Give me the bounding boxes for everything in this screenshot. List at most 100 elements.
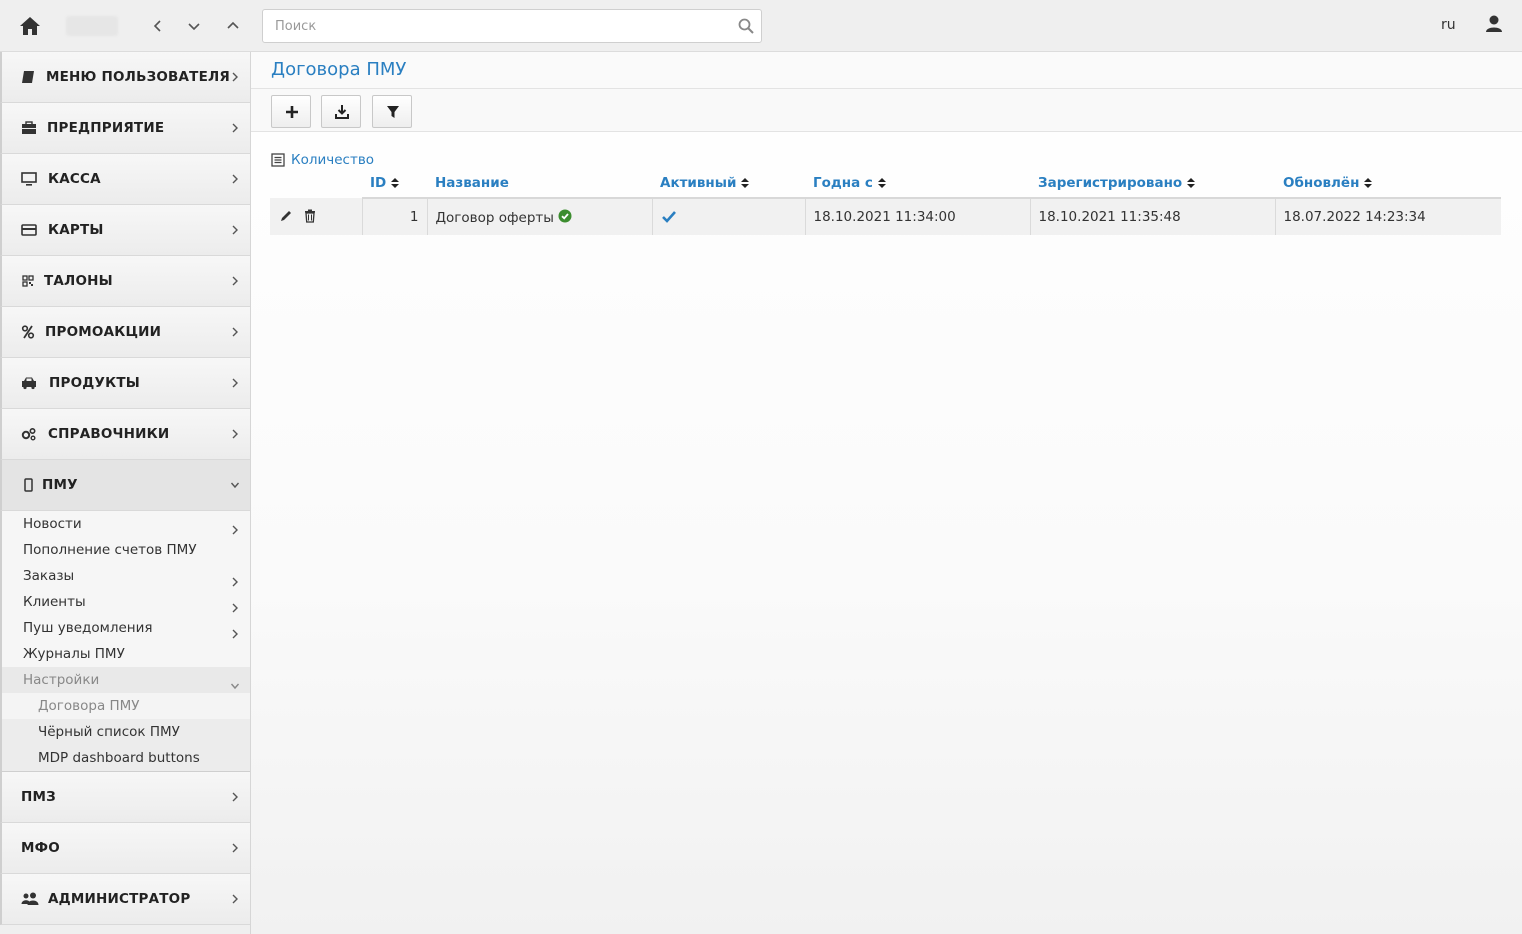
chevron-right-icon	[230, 71, 240, 83]
credit-card-icon	[21, 223, 37, 237]
sort-icon	[391, 176, 400, 188]
sidebar: МЕНЮ ПОЛЬЗОВАТЕЛЯ ПРЕДПРИЯТИЕ КАССА КАРТ…	[0, 52, 251, 934]
edit-icon[interactable]	[278, 208, 294, 224]
search-input[interactable]	[263, 10, 723, 42]
sidebar-item-cash[interactable]: КАССА	[0, 154, 250, 205]
download-button[interactable]	[321, 95, 361, 128]
count-link[interactable]: Количество	[271, 152, 374, 168]
chevron-right-icon	[230, 597, 240, 613]
sidebar-subitem-clients[interactable]: Клиенты	[0, 589, 250, 615]
chevron-down-icon	[230, 675, 240, 690]
chevron-right-icon	[230, 326, 240, 338]
sidebar-item-mfo[interactable]: МФО	[0, 823, 250, 874]
chevron-right-icon	[230, 224, 240, 236]
sidebar-item-promotions[interactable]: ПРОМОАКЦИИ	[0, 307, 250, 358]
sidebar-item-products[interactable]: ПРОДУКТЫ	[0, 358, 250, 409]
search-icon[interactable]	[737, 17, 755, 35]
sort-icon	[877, 176, 886, 188]
sidebar-subsubitem-contracts[interactable]: Договора ПМУ	[0, 693, 250, 719]
chevron-right-icon	[230, 791, 240, 803]
column-header-valid-from[interactable]: Годна с	[805, 168, 1030, 199]
column-header-label: Обновлён	[1283, 174, 1360, 191]
briefcase-icon	[21, 121, 37, 135]
toolbar	[251, 89, 1522, 132]
sort-icon	[1364, 176, 1373, 188]
sidebar-subitem-topup[interactable]: Пополнение счетов ПМУ	[0, 537, 250, 563]
page-title: Договора ПМУ	[271, 59, 407, 80]
sidebar-item-label: КАРТЫ	[48, 222, 104, 238]
sidebar-subitem-label: Пуш уведомления	[23, 620, 153, 636]
column-header-updated[interactable]: Обновлён	[1275, 168, 1501, 199]
sidebar-subitem-settings[interactable]: Настройки	[0, 667, 250, 693]
mobile-icon	[21, 478, 37, 492]
chevron-right-icon	[230, 173, 240, 185]
page-header: Договора ПМУ	[251, 52, 1522, 89]
sidebar-item-label: СПРАВОЧНИКИ	[48, 426, 170, 442]
column-header-label: Зарегистрировано	[1038, 174, 1183, 191]
book-icon	[21, 70, 37, 84]
sidebar-subitem-orders[interactable]: Заказы	[0, 563, 250, 589]
car-icon	[21, 376, 37, 390]
sidebar-item-admin[interactable]: АДМИНИСТРАТОР	[0, 874, 250, 925]
top-bar: ru	[0, 0, 1522, 52]
sidebar-subitem-logs[interactable]: Журналы ПМУ	[0, 641, 250, 667]
sidebar-item-pmz[interactable]: ПМЗ	[0, 772, 250, 823]
cell-id[interactable]: 1	[362, 198, 428, 235]
sidebar-item-cards[interactable]: КАРТЫ	[0, 205, 250, 256]
main-content: Договора ПМУ Количество ID Название Акти…	[251, 52, 1522, 934]
check-icon	[661, 209, 677, 225]
column-header-label: ID	[370, 174, 387, 191]
column-header-label: Годна с	[813, 174, 873, 191]
contracts-table: ID Название Активный Годна с Зарегистрир…	[270, 168, 1501, 235]
chevron-right-icon	[230, 623, 240, 639]
sort-icon	[1187, 176, 1196, 188]
sidebar-item-label: ПМУ	[42, 477, 78, 493]
sidebar-item-coupons[interactable]: ТАЛОНЫ	[0, 256, 250, 307]
trash-icon[interactable]	[302, 208, 318, 224]
check-circle-icon	[558, 209, 572, 223]
column-header-label: Название	[435, 174, 509, 191]
column-header-id[interactable]: ID	[362, 168, 427, 199]
logo	[66, 16, 118, 36]
chevron-left-icon[interactable]	[148, 16, 168, 36]
sidebar-item-user-menu[interactable]: МЕНЮ ПОЛЬЗОВАТЕЛЯ	[0, 52, 250, 103]
sidebar-item-label: МФО	[21, 840, 60, 856]
sidebar-item-references[interactable]: СПРАВОЧНИКИ	[0, 409, 250, 460]
percent-icon	[21, 325, 37, 339]
sidebar-subitem-push[interactable]: Пуш уведомления	[0, 615, 250, 641]
sidebar-subitem-label: Журналы ПМУ	[23, 646, 125, 662]
sidebar-item-label: ПРОДУКТЫ	[49, 375, 140, 391]
chevron-up-icon[interactable]	[223, 16, 243, 36]
language-switch[interactable]: ru	[1441, 17, 1456, 33]
table-row: 1 Договор оферты 18.10.2021 11:34:00 18.…	[270, 198, 1501, 235]
cell-registered: 18.10.2021 11:35:48	[1030, 198, 1276, 235]
search-box	[262, 9, 762, 43]
list-icon	[271, 153, 285, 167]
sidebar-subitem-label: Клиенты	[23, 594, 86, 610]
users-icon	[21, 892, 39, 906]
home-icon[interactable]	[18, 14, 42, 38]
table-header-row: ID Название Активный Годна с Зарегистрир…	[270, 168, 1501, 199]
add-button[interactable]	[271, 95, 311, 128]
qrcode-icon	[21, 274, 37, 288]
sidebar-item-label: ПРЕДПРИЯТИЕ	[47, 120, 165, 136]
column-header-name[interactable]: Название	[427, 168, 652, 199]
column-header-registered[interactable]: Зарегистрировано	[1030, 168, 1275, 199]
user-icon[interactable]	[1485, 14, 1503, 34]
column-header-label: Активный	[660, 174, 737, 191]
chevron-right-icon	[230, 571, 240, 587]
filter-button[interactable]	[372, 95, 412, 128]
cell-name: Договор оферты	[427, 198, 653, 235]
chevron-right-icon	[230, 377, 240, 389]
row-actions	[270, 198, 363, 235]
cell-updated: 18.07.2022 14:23:34	[1275, 198, 1501, 235]
sidebar-subsubitem-mdp-buttons[interactable]: MDP dashboard buttons	[0, 745, 250, 772]
chevron-down-icon[interactable]	[184, 16, 204, 36]
sidebar-item-enterprise[interactable]: ПРЕДПРИЯТИЕ	[0, 103, 250, 154]
sidebar-subitem-label: Новости	[23, 516, 82, 532]
sidebar-subitem-news[interactable]: Новости	[0, 511, 250, 537]
column-header-active[interactable]: Активный	[652, 168, 805, 199]
desktop-icon	[21, 172, 37, 186]
sidebar-item-pmu[interactable]: ПМУ	[0, 460, 250, 511]
sidebar-subsubitem-blacklist[interactable]: Чёрный список ПМУ	[0, 719, 250, 745]
